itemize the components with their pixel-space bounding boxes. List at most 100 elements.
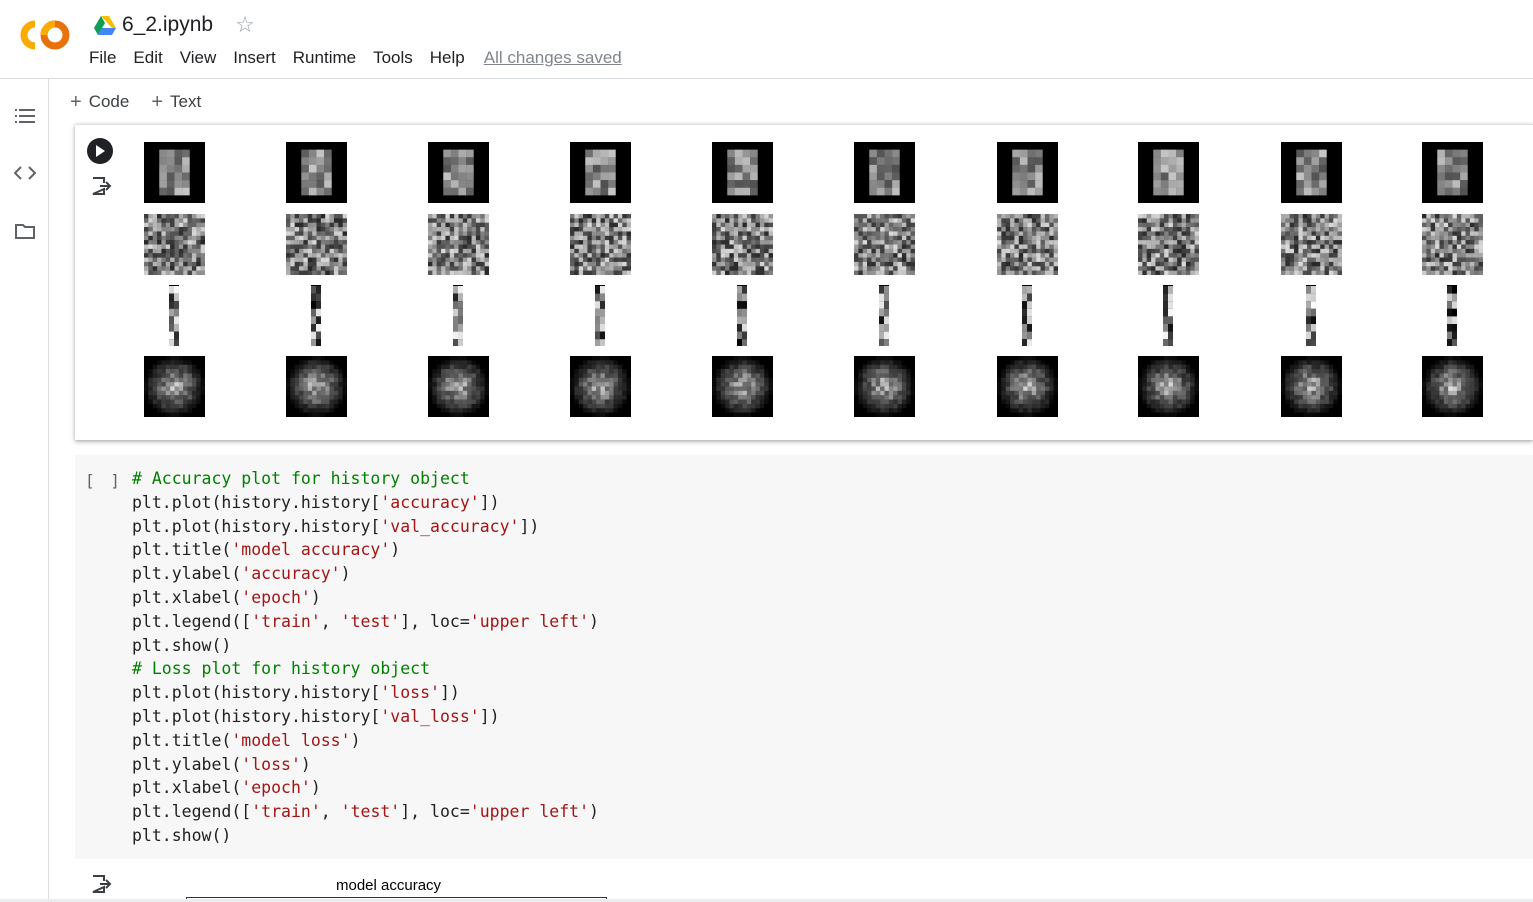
reconstructed-image-tile: [1138, 356, 1199, 417]
add-text-label: Text: [170, 92, 202, 111]
code-string: 'test': [340, 611, 401, 631]
noisy-image-tile: [712, 214, 773, 275]
code-comment: # Accuracy plot for history object: [132, 469, 470, 488]
code-line: plt.plot(history.history['val_accuracy']…: [132, 515, 599, 539]
menu-runtime[interactable]: Runtime: [293, 48, 356, 68]
execution-count[interactable]: [ ]: [85, 471, 123, 490]
code-token: ], loc=: [400, 802, 470, 822]
code-token: plt.show(): [132, 825, 232, 845]
code-line: plt.xlabel('epoch'): [132, 776, 599, 800]
code-string: 'accuracy': [241, 564, 341, 584]
title-row: 6_2.ipynb ☆: [94, 10, 255, 40]
code-token: ]): [519, 516, 540, 536]
code-token: plt.plot(history.history[: [132, 706, 381, 726]
code-line: # Loss plot for history object: [132, 657, 599, 681]
reconstructed-image-tile: [854, 356, 915, 417]
output-cell-images[interactable]: [75, 124, 1533, 440]
code-comment: # Loss plot for history object: [132, 659, 431, 679]
output-menu-icon[interactable]: [90, 175, 112, 197]
noisy-image-tile: [144, 214, 205, 275]
noisy-image-tile: [286, 214, 347, 275]
code-line: plt.ylabel('accuracy'): [132, 562, 599, 586]
original-image-tile: [1422, 142, 1483, 203]
code-token: ): [589, 611, 599, 631]
reconstructed-image-tile: [570, 356, 631, 417]
code-string: 'accuracy': [380, 492, 480, 512]
image-grid: [144, 142, 1484, 417]
code-token: ): [310, 778, 321, 798]
code-snippets-icon[interactable]: [14, 162, 36, 184]
add-code-button[interactable]: + Code: [70, 91, 129, 114]
encoded-image-strip: [311, 285, 321, 347]
code-line: plt.show(): [132, 634, 599, 658]
plus-icon: +: [70, 90, 82, 113]
encoded-image-strip: [1306, 285, 1316, 347]
noisy-image-tile: [854, 214, 915, 275]
noisy-image-tile: [428, 214, 489, 275]
table-of-contents-icon[interactable]: [14, 105, 36, 127]
menu-edit[interactable]: Edit: [133, 48, 162, 68]
reconstructed-image-tile: [286, 356, 347, 417]
code-line: plt.plot(history.history['loss']): [132, 681, 599, 705]
code-token: plt.title(: [132, 730, 232, 750]
code-token: ]): [479, 492, 500, 512]
add-text-button[interactable]: + Text: [151, 91, 201, 114]
menu-insert[interactable]: Insert: [233, 48, 276, 68]
noisy-image-tile: [1138, 214, 1199, 275]
code-line: plt.show(): [132, 824, 599, 848]
original-image-tile: [1138, 142, 1199, 203]
app-header: 6_2.ipynb ☆ File Edit View Insert Runtim…: [0, 0, 1533, 79]
save-status-link[interactable]: All changes saved: [484, 48, 622, 68]
code-string: 'train': [251, 802, 321, 822]
cell-toolbar: + Code + Text: [50, 80, 1533, 124]
code-line: plt.legend(['train', 'test'], loc='upper…: [132, 800, 599, 824]
original-image-tile: [570, 142, 631, 203]
reconstructed-image-tile: [1422, 356, 1483, 417]
code-token: plt.xlabel(: [132, 778, 242, 798]
code-token: ], loc=: [400, 611, 470, 631]
code-line: plt.legend(['train', 'test'], loc='upper…: [132, 610, 599, 634]
code-string: 'test': [340, 802, 401, 822]
code-token: plt.ylabel(: [132, 564, 242, 584]
code-string: 'loss': [241, 754, 301, 774]
noisy-image-tile: [570, 214, 631, 275]
original-image-tile: [997, 142, 1058, 203]
code-token: ,: [320, 611, 341, 631]
encoded-image-strip: [1163, 285, 1173, 347]
code-line: plt.ylabel('loss'): [132, 753, 599, 777]
encoded-image-strip: [595, 285, 605, 347]
code-token: ,: [320, 802, 341, 822]
original-image-tile: [144, 142, 205, 203]
code-line: plt.title('model accuracy'): [132, 538, 599, 562]
code-token: ): [350, 730, 361, 750]
code-token: plt.plot(history.history[: [132, 492, 381, 512]
code-token: ): [310, 587, 321, 607]
google-drive-icon[interactable]: [94, 15, 116, 35]
code-line: # Accuracy plot for history object: [132, 467, 599, 491]
menu-tools[interactable]: Tools: [373, 48, 413, 68]
notebook-title[interactable]: 6_2.ipynb: [122, 13, 213, 37]
code-editor[interactable]: # Accuracy plot for history object plt.pl…: [132, 467, 599, 848]
encoded-image-strip: [879, 285, 889, 347]
code-string: 'train': [251, 611, 321, 631]
code-token: ): [300, 754, 311, 774]
run-cell-button[interactable]: [87, 138, 113, 164]
files-folder-icon[interactable]: [14, 220, 36, 242]
code-token: plt.title(: [132, 540, 232, 560]
colab-logo[interactable]: [17, 16, 73, 54]
code-cell[interactable]: [ ] # Accuracy plot for history object pl…: [75, 455, 1533, 859]
original-image-tile: [428, 142, 489, 203]
code-token: plt.xlabel(: [132, 587, 242, 607]
menu-view[interactable]: View: [180, 48, 217, 68]
code-line: plt.title('model loss'): [132, 729, 599, 753]
encoded-image-strip: [1447, 285, 1457, 347]
code-token: ): [589, 802, 599, 822]
reconstructed-image-tile: [997, 356, 1058, 417]
menu-file[interactable]: File: [89, 48, 116, 68]
star-icon[interactable]: ☆: [235, 14, 255, 36]
code-line: plt.plot(history.history['accuracy']): [132, 491, 599, 515]
reconstructed-image-tile: [428, 356, 489, 417]
output-menu-icon[interactable]: [90, 873, 112, 895]
noisy-image-tile: [997, 214, 1058, 275]
menu-help[interactable]: Help: [430, 48, 465, 68]
